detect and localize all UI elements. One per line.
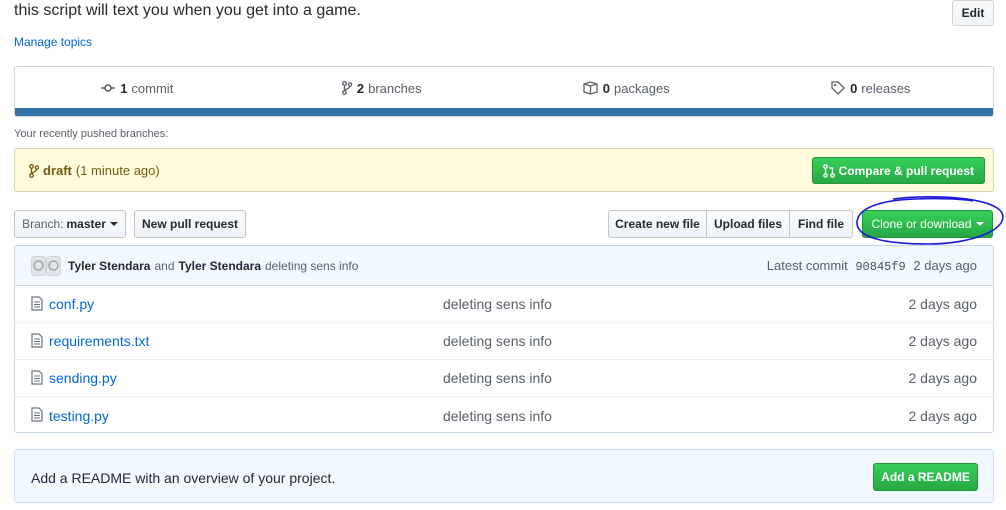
latest-commit-bar: Tyler Stendara and Tyler Stendara deleti… (15, 246, 993, 286)
commit-icon (101, 84, 116, 92)
file-age: 2 days ago (908, 370, 978, 386)
recent-branch-info: draft (1 minute ago) (29, 163, 160, 178)
find-file-button[interactable]: Find file (789, 210, 853, 238)
file-icon (31, 407, 43, 422)
compare-label: Compare & pull request (838, 163, 974, 178)
commits-stat[interactable]: 1 commit (15, 81, 260, 96)
file-name[interactable]: requirements.txt (49, 333, 149, 349)
create-new-file-button[interactable]: Create new file (608, 210, 707, 238)
package-icon (583, 81, 598, 95)
branch-prefix: Branch: (22, 217, 64, 231)
commit-sha[interactable]: 90845f9 (855, 260, 905, 274)
commit-coauthor[interactable]: Tyler Stendara (179, 259, 261, 273)
branch-icon (341, 81, 352, 95)
file-age: 2 days ago (908, 333, 978, 349)
table-row: conf.py deleting sens info 2 days ago (15, 286, 993, 323)
releases-stat[interactable]: 0 releases (749, 81, 994, 96)
tag-icon (831, 81, 845, 95)
chevron-down-icon (975, 222, 984, 226)
branch-select-button[interactable]: Branch: master (14, 210, 126, 238)
releases-count: 0 (850, 80, 858, 96)
file-icon (31, 333, 43, 348)
author-conjunction: and (154, 258, 175, 273)
latest-commit-info: Latest commit 90845f9 2 days ago (767, 258, 977, 274)
packages-stat[interactable]: 0 packages (504, 81, 749, 96)
file-name[interactable]: testing.py (49, 408, 109, 424)
branches-label: branches (368, 80, 422, 96)
avatar-icon (46, 255, 61, 276)
edit-description-button[interactable]: Edit (952, 0, 994, 26)
file-name[interactable]: sending.py (49, 370, 117, 386)
clone-label: Clone or download (871, 217, 972, 231)
file-age: 2 days ago (908, 407, 978, 424)
file-table: Tyler Stendara and Tyler Stendara deleti… (14, 245, 994, 433)
commit-author[interactable]: Tyler Stendara (68, 259, 150, 273)
manage-topics-link[interactable]: Manage topics (14, 35, 92, 49)
chevron-down-icon (109, 222, 118, 226)
file-name[interactable]: conf.py (49, 296, 94, 312)
file-age: 2 days ago (908, 296, 978, 312)
readme-banner: Add a README with an overview of your pr… (14, 449, 994, 503)
pull-request-icon (822, 163, 835, 178)
releases-label: releases (861, 80, 911, 96)
packages-label: packages (614, 80, 670, 96)
file-icon (31, 296, 43, 311)
file-commit-message[interactable]: deleting sens info (443, 296, 552, 312)
recent-branch-name[interactable]: draft (43, 163, 72, 178)
commit-age: 2 days ago (913, 258, 977, 273)
commit-message[interactable]: deleting sens info (265, 259, 358, 273)
packages-count: 0 (602, 80, 611, 96)
branches-stat[interactable]: 2 branches (260, 81, 505, 96)
commits-count: 1 (120, 80, 128, 96)
repo-stats-bar: 1 commit 2 branches 0 packages 0 release… (14, 66, 994, 117)
file-commit-message[interactable]: deleting sens info (443, 408, 552, 424)
repo-description: this script will text you when you get i… (14, 2, 361, 19)
branch-name: master (66, 217, 106, 231)
avatar-icon (31, 255, 46, 276)
table-row: testing.py deleting sens info 2 days ago (15, 397, 993, 432)
clone-or-download-button[interactable]: Clone or download (862, 210, 993, 238)
compare-pull-request-button[interactable]: Compare & pull request (811, 157, 985, 184)
recent-branches-label: Your recently pushed branches: (14, 128, 169, 140)
add-readme-button[interactable]: Add a README (873, 463, 978, 491)
commits-label: commit (131, 80, 174, 96)
avatar[interactable] (31, 255, 61, 276)
new-pull-request-button[interactable]: New pull request (134, 210, 246, 238)
file-commit-message[interactable]: deleting sens info (443, 370, 552, 386)
table-row: sending.py deleting sens info 2 days ago (15, 360, 993, 397)
branch-icon (29, 163, 39, 178)
branches-count: 2 (356, 80, 365, 96)
language-bar[interactable] (15, 108, 993, 116)
table-row: requirements.txt deleting sens info 2 da… (15, 323, 993, 360)
latest-commit-label: Latest commit (766, 258, 848, 273)
file-icon (31, 370, 43, 385)
file-commit-message[interactable]: deleting sens info (443, 333, 552, 349)
recent-push-banner: draft (1 minute ago) Compare & pull requ… (14, 148, 994, 192)
recent-branch-time: (1 minute ago) (75, 163, 160, 178)
readme-prompt: Add a README with an overview of your pr… (31, 470, 336, 486)
upload-files-button[interactable]: Upload files (706, 210, 790, 238)
